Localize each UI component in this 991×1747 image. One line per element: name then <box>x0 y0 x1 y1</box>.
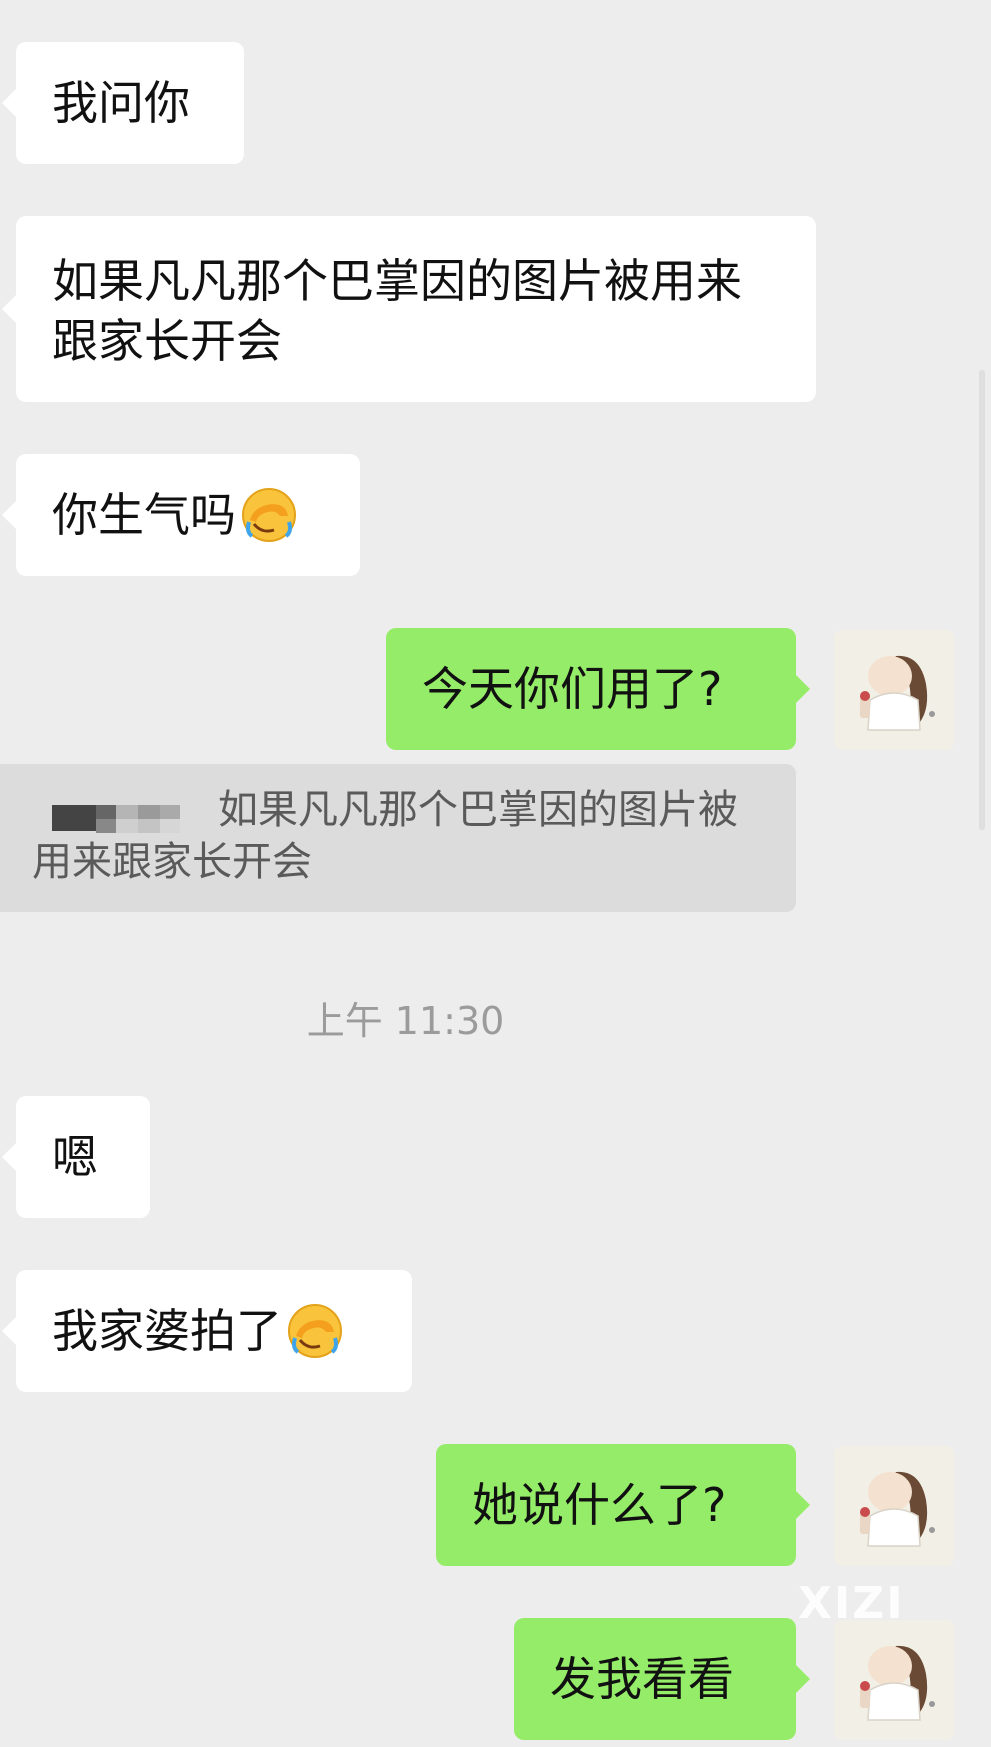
message-bubble-outgoing[interactable]: 她说什么了? <box>436 1444 810 1566</box>
message-text: 如果凡凡那个巴掌因的图片被用来跟家长开会 <box>52 254 742 368</box>
redacted-sender-name <box>52 796 182 833</box>
message-bubble-incoming[interactable]: 你生气吗 <box>2 454 360 576</box>
avatar[interactable] <box>834 630 954 750</box>
message-bubble-incoming[interactable]: 如果凡凡那个巴掌因的图片被用来跟家长开会 <box>2 216 816 402</box>
message-text: 你生气吗 <box>52 488 236 542</box>
message-text: 我问你 <box>52 76 190 130</box>
message-bubble-outgoing[interactable]: 今天你们用了? <box>386 628 810 750</box>
quoted-message[interactable]: 如果凡凡那个巴掌因的图片被用来跟家长开会 <box>0 764 796 912</box>
timestamp: 上午 11:30 <box>306 999 505 1043</box>
girl-avatar-icon <box>834 1620 954 1740</box>
girl-avatar-icon <box>834 630 954 750</box>
girl-avatar-icon <box>834 1446 954 1566</box>
avatar[interactable] <box>834 1446 954 1566</box>
message-text: 我家婆拍了 <box>52 1304 282 1358</box>
facepalm-crying-emoji-icon <box>240 486 298 544</box>
message-bubble-outgoing[interactable]: 发我看看 <box>514 1618 810 1740</box>
facepalm-crying-emoji-icon <box>286 1302 344 1360</box>
chat-area: 我问你 如果凡凡那个巴掌因的图片被用来跟家长开会 你生气吗 今天你们用了? 如果… <box>0 0 991 1747</box>
message-bubble-incoming[interactable]: 我家婆拍了 <box>2 1270 412 1392</box>
message-text: 嗯 <box>52 1130 98 1184</box>
message-text: 她说什么了? <box>472 1478 727 1532</box>
message-text: 发我看看 <box>550 1652 734 1706</box>
message-text: 今天你们用了? <box>422 662 723 716</box>
avatar[interactable] <box>834 1620 954 1740</box>
scrollbar[interactable] <box>979 370 985 830</box>
message-bubble-incoming[interactable]: 嗯 <box>2 1096 150 1218</box>
watermark: XIZI <box>798 1578 905 1629</box>
message-bubble-incoming[interactable]: 我问你 <box>2 42 244 164</box>
